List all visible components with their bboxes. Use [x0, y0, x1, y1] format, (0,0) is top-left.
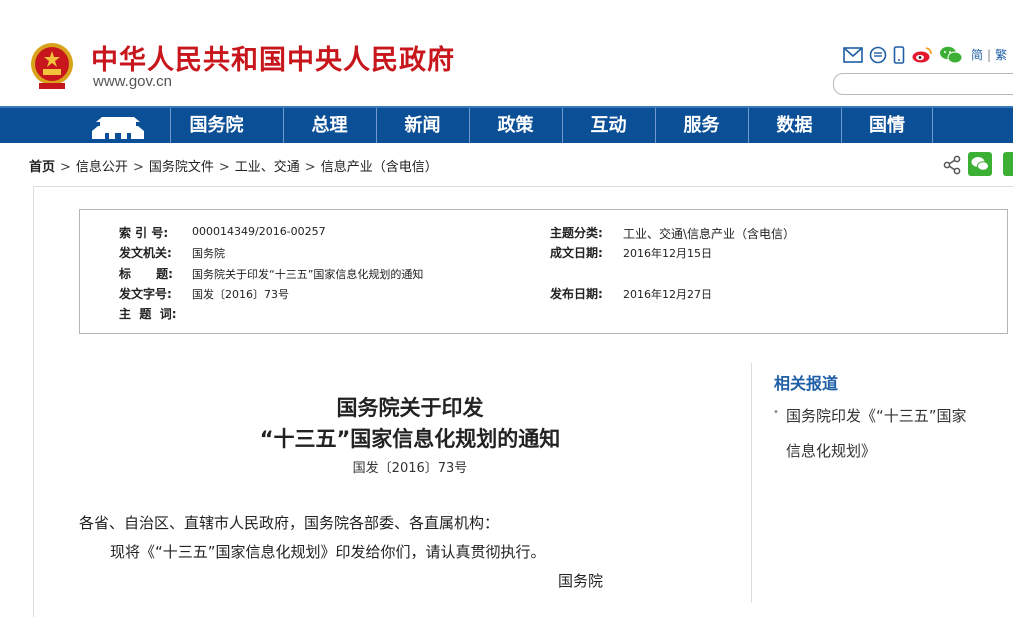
nav-item-news[interactable]: 新闻 [376, 108, 468, 143]
wechat-share-icon [971, 157, 989, 171]
related-link-line1[interactable]: 国务院印发《“十三五”国家 [786, 405, 967, 426]
document-title-line2: “十三五”国家信息化规划的通知 [259, 427, 561, 451]
site-title[interactable]: 中华人民共和国中央人民政府 [91, 38, 455, 77]
breadcrumb-item[interactable]: 国务院文件 [149, 160, 214, 175]
lang-traditional-link[interactable]: 繁 [995, 48, 1007, 62]
wechat-share-button[interactable] [968, 152, 992, 176]
tiananmen-icon[interactable] [88, 111, 148, 141]
document-info-box: 索 引 号: 000014349/2016-00257 主题分类: 工业、交通\… [79, 209, 1008, 334]
related-reports-title: 相关报道 [774, 374, 839, 393]
document-body: 现将《“十三五”国家信息化规划》印发给你们，请认真贯彻执行。 [110, 543, 546, 561]
nav-item-interaction[interactable]: 互动 [562, 108, 654, 143]
lang-separator: | [987, 48, 992, 62]
nav-item-national-info[interactable]: 国情 [841, 108, 933, 143]
site-domain: www.gov.cn [93, 73, 172, 90]
publish-label: 发布日期: [550, 287, 603, 301]
nav-item-policy[interactable]: 政策 [469, 108, 561, 143]
search-input[interactable] [833, 73, 1013, 95]
nav-item-services[interactable]: 服务 [655, 108, 747, 143]
nav-item-data[interactable]: 数据 [748, 108, 840, 143]
share-icon[interactable] [942, 155, 962, 175]
breadcrumb: 首页 > 信息公开 > 国务院文件 > 工业、交通 > 信息产业（含电信） [29, 156, 438, 175]
document-number: 国发〔2016〕73号 [352, 461, 468, 476]
lang-simplified-link[interactable]: 简 [971, 48, 983, 62]
document-signer: 国务院 [558, 572, 604, 590]
related-bullet: • [773, 407, 779, 418]
date-created-label: 成文日期: [550, 246, 603, 260]
breadcrumb-sep: > [132, 160, 144, 175]
related-link-line2[interactable]: 信息化规划》 [786, 440, 876, 461]
mobile-icon[interactable] [893, 46, 905, 64]
document-salutation: 各省、自治区、直辖市人民政府，国务院各部委、各直属机构： [79, 514, 500, 532]
breadcrumb-home[interactable]: 首页 [29, 160, 55, 175]
national-emblem-icon[interactable] [29, 42, 75, 90]
weibo-share-button[interactable] [1003, 152, 1013, 176]
language-switch: 简 | 繁 [971, 46, 1007, 63]
doc-no-value: 国发〔2016〕73号 [192, 288, 289, 301]
issuer-value: 国务院 [192, 247, 225, 260]
keywords-label: 主 题 词: [119, 307, 177, 321]
wechat-icon[interactable] [939, 46, 963, 64]
publish-value: 2016年12月27日 [623, 288, 712, 301]
topic-label: 主题分类: [550, 226, 603, 240]
breadcrumb-sep: > [60, 160, 71, 175]
doc-no-label: 发文字号: [119, 287, 172, 301]
issuer-label: 发文机关: [119, 246, 172, 260]
document-title-line1: 国务院关于印发 [336, 396, 484, 420]
column-divider [751, 363, 752, 603]
date-created-value: 2016年12月15日 [623, 247, 712, 260]
top-icon-bar [843, 44, 963, 66]
index-label: 索 引 号: [119, 226, 169, 240]
nav-item-premier[interactable]: 总理 [283, 108, 375, 143]
breadcrumb-sep: > [218, 160, 230, 175]
breadcrumb-item[interactable]: 信息产业（含电信） [321, 160, 438, 175]
message-icon[interactable] [869, 46, 887, 64]
breadcrumb-item[interactable]: 工业、交通 [235, 160, 300, 175]
breadcrumb-item[interactable]: 信息公开 [76, 160, 128, 175]
mail-icon[interactable] [843, 47, 863, 63]
index-value: 000014349/2016-00257 [192, 225, 326, 238]
title-label: 标 题: [119, 267, 173, 281]
weibo-icon[interactable] [911, 46, 933, 64]
nav-item-state-council[interactable]: 国务院 [170, 108, 262, 143]
topic-value: 工业、交通\信息产业（含电信） [623, 227, 796, 241]
header: 中华人民共和国中央人民政府 www.gov.cn 简 | 繁 [0, 0, 1013, 106]
title-value: 国务院关于印发“十三五”国家信息化规划的通知 [192, 268, 424, 281]
main-nav: 国务院 总理 新闻 政策 互动 服务 数据 国情 [0, 106, 1013, 143]
breadcrumb-sep: > [304, 160, 316, 175]
